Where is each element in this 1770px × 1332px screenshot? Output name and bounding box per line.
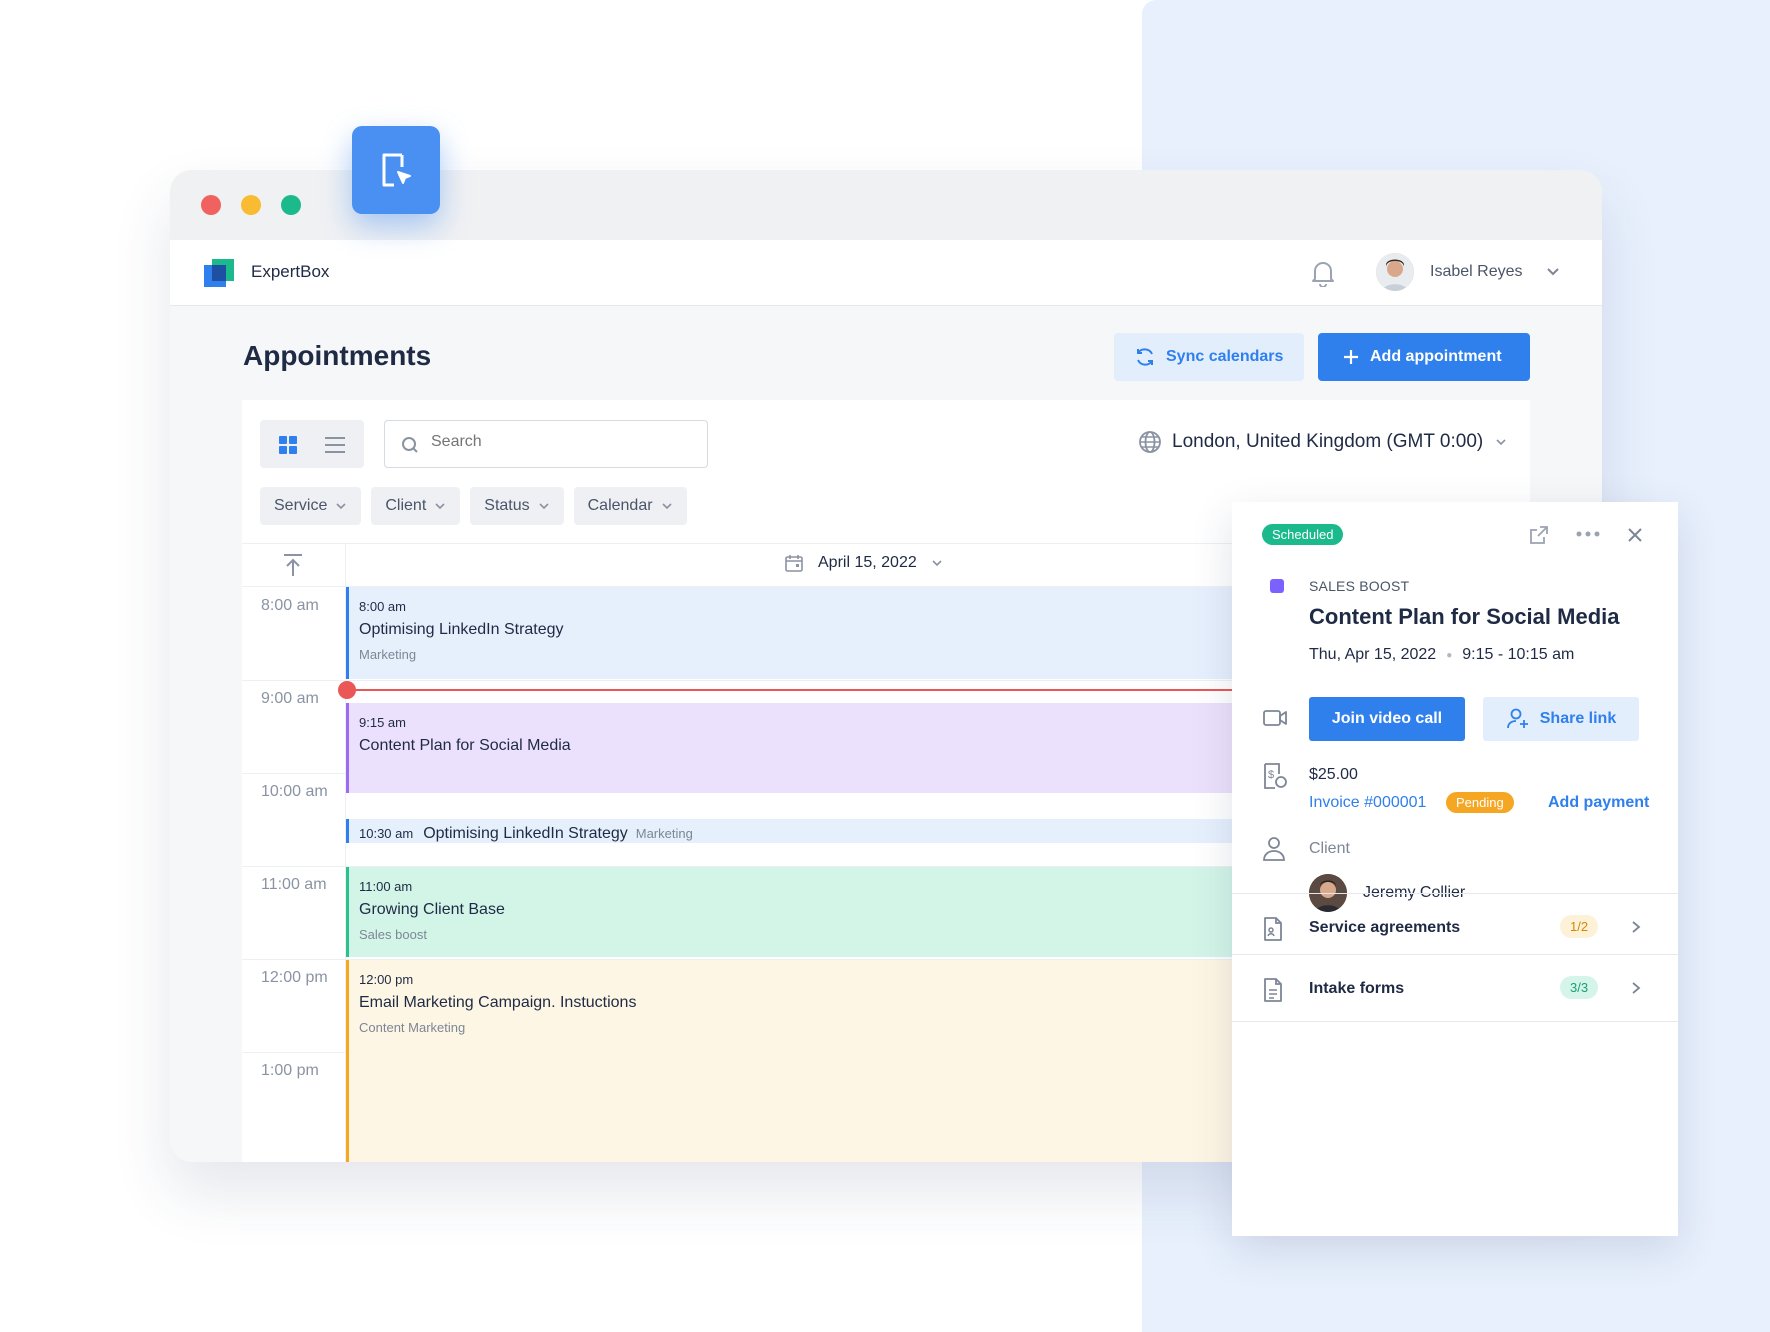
agreement-document-icon: [1264, 917, 1282, 941]
completion-badge: 1/2: [1560, 915, 1599, 938]
filter-bar: Service Client Status Calendar: [260, 487, 687, 525]
hour-label: 11:00 am: [261, 876, 327, 893]
search-box: [384, 420, 708, 468]
video-camera-icon: [1263, 710, 1287, 726]
filter-label: Status: [484, 497, 530, 514]
filter-label: Service: [274, 497, 328, 514]
hour-label: 9:00 am: [261, 690, 319, 707]
appointment-price: $25.00: [1309, 766, 1358, 783]
filter-label: Client: [385, 497, 427, 514]
search-input[interactable]: [431, 433, 691, 451]
user-menu-chevron-down-icon[interactable]: [1546, 264, 1560, 278]
filter-service[interactable]: Service: [260, 487, 362, 525]
event-title: Optimising LinkedIn Strategy: [423, 825, 628, 842]
view-toggle: [260, 420, 364, 468]
hour-label: 10:00 am: [261, 783, 328, 800]
window-minimize-dot[interactable]: [241, 195, 261, 215]
arrow-up-icon[interactable]: [282, 552, 304, 578]
add-appointment-button[interactable]: Add appointment: [1318, 333, 1530, 381]
user-name[interactable]: Isabel Reyes: [1430, 263, 1523, 281]
filter-status[interactable]: Status: [470, 487, 564, 525]
time-column: 8:00 am 9:00 am 10:00 am 11:00 am 12:00 …: [242, 587, 346, 1162]
event-category: Marketing: [635, 826, 693, 841]
chevron-down-icon: [661, 503, 672, 510]
sync-calendars-button[interactable]: Sync calendars: [1114, 333, 1304, 381]
app-header: ExpertBox Isabel Reyes: [170, 240, 1602, 306]
client-section-label: Client: [1309, 840, 1350, 857]
filter-client[interactable]: Client: [371, 487, 461, 525]
service-color-dot: [1270, 579, 1284, 593]
service-name: SALES BOOST: [1309, 578, 1410, 594]
calendar-icon: [785, 555, 803, 572]
chevron-right-icon: [1632, 982, 1641, 994]
calendar-gutter: [242, 544, 346, 588]
row-label: Intake forms: [1309, 980, 1405, 997]
payment-status-badge: Pending: [1446, 792, 1514, 813]
list-view-icon[interactable]: [324, 435, 346, 455]
separator-dot: ●: [1446, 649, 1453, 661]
invoice-link[interactable]: Invoice #000001: [1309, 794, 1426, 812]
hour-label: 1:00 pm: [261, 1062, 319, 1079]
current-date: April 15, 2022: [818, 554, 917, 571]
window-maximize-dot[interactable]: [281, 195, 301, 215]
open-external-icon[interactable]: [1528, 524, 1550, 546]
status-badge: Scheduled: [1262, 524, 1344, 545]
timezone-label: London, United Kingdom (GMT 0:00): [1172, 431, 1484, 452]
svg-text:$: $: [1268, 769, 1274, 781]
screen-share-icon: [352, 126, 440, 214]
grid-view-icon[interactable]: [278, 435, 298, 455]
chevron-down-icon: [435, 503, 445, 510]
sync-calendars-label: Sync calendars: [1166, 348, 1284, 365]
search-icon: [402, 437, 418, 453]
sync-icon: [1137, 348, 1153, 366]
appointment-date: Thu, Apr 15, 2022: [1309, 646, 1437, 663]
share-link-button[interactable]: Share link: [1483, 697, 1639, 741]
completion-badge: 3/3: [1560, 976, 1599, 999]
user-avatar[interactable]: [1376, 253, 1414, 291]
globe-icon: [1139, 431, 1161, 453]
close-icon[interactable]: [1626, 526, 1644, 544]
add-payment-link[interactable]: Add payment: [1548, 794, 1649, 812]
notification-bell-icon[interactable]: [1310, 259, 1336, 287]
share-link-label: Share link: [1539, 710, 1617, 727]
add-user-icon: [1506, 708, 1528, 729]
service-agreements-row[interactable]: Service agreements 1/2: [1232, 893, 1678, 961]
more-options-icon[interactable]: [1576, 530, 1600, 538]
appointment-details-panel: Scheduled SALES BOOST Content Plan for S…: [1232, 502, 1678, 1236]
current-time-dot: [338, 681, 356, 699]
appointment-datetime: Thu, Apr 15, 2022 ● 9:15 - 10:15 am: [1309, 646, 1574, 664]
filter-label: Calendar: [587, 497, 653, 514]
timezone-selector[interactable]: London, United Kingdom (GMT 0:00): [1138, 430, 1517, 454]
chevron-down-icon: [932, 560, 942, 567]
filter-calendar[interactable]: Calendar: [573, 487, 687, 525]
chevron-right-icon: [1632, 921, 1641, 933]
plus-icon: [1344, 350, 1358, 364]
row-label: Service agreements: [1309, 919, 1461, 936]
window-close-dot[interactable]: [201, 195, 221, 215]
hour-label: 12:00 pm: [261, 969, 328, 986]
payment-document-icon: $: [1264, 763, 1287, 789]
date-selector[interactable]: April 15, 2022: [784, 553, 943, 573]
intake-forms-row[interactable]: Intake forms 3/3: [1232, 954, 1678, 1022]
chevron-down-icon: [539, 503, 549, 510]
event-time: 10:30 am: [359, 826, 414, 841]
page-title: Appointments: [243, 340, 432, 371]
chevron-down-icon: [336, 503, 346, 510]
appointment-title: Content Plan for Social Media: [1309, 604, 1620, 629]
brand-name: ExpertBox: [251, 262, 330, 281]
appointment-time: 9:15 - 10:15 am: [1462, 646, 1575, 663]
join-video-call-button[interactable]: Join video call: [1309, 697, 1465, 741]
person-icon: [1263, 837, 1285, 861]
form-document-icon: [1264, 978, 1282, 1002]
expertbox-logo-icon: [204, 259, 234, 287]
hour-label: 8:00 am: [261, 597, 319, 614]
add-appointment-label: Add appointment: [1370, 348, 1502, 365]
chevron-down-icon: [1496, 439, 1506, 446]
